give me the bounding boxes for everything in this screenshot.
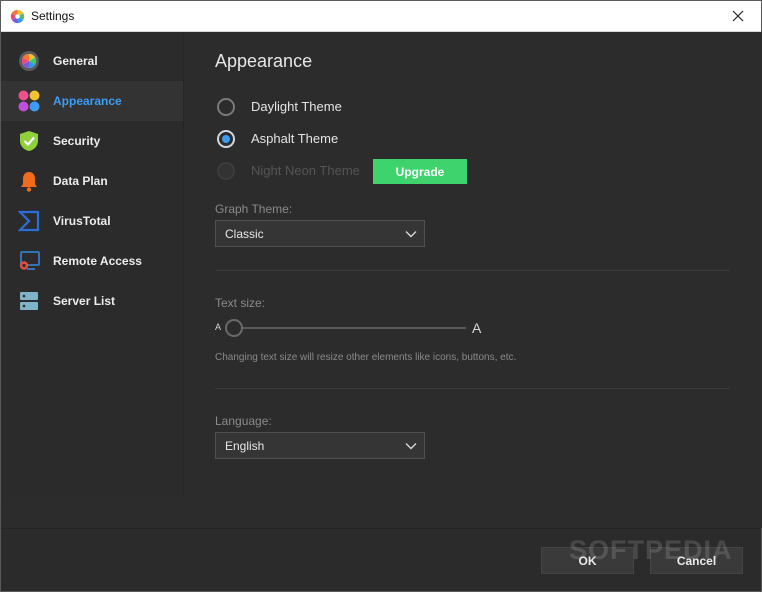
sidebar-item-label: Security [53,134,101,148]
sidebar-item-label: Data Plan [53,174,108,188]
dialog-footer: OK Cancel SOFTPEDIA [1,528,761,591]
text-size-slider-track[interactable] [234,327,466,329]
sidebar-item-data-plan[interactable]: Data Plan [1,161,183,201]
cancel-button[interactable]: Cancel [650,547,743,574]
graph-theme-value: Classic [225,227,264,241]
sidebar-item-label: Remote Access [53,254,142,268]
text-size-large-glyph: A [472,320,482,336]
graph-theme-label: Graph Theme: [215,202,293,216]
upgrade-button[interactable]: Upgrade [373,159,467,184]
sidebar-item-label: Appearance [53,94,122,108]
asphalt-theme-label: Asphalt Theme [251,131,339,146]
sidebar-item-virustotal[interactable]: VirusTotal [1,201,183,241]
color-wheel-icon [10,9,25,24]
server-icon [20,292,38,310]
close-icon [732,10,744,22]
sidebar-item-label: General [53,54,98,68]
title-bar: Settings [1,1,761,32]
night-neon-theme-label: Night Neon Theme [251,163,360,178]
text-size-small-glyph: A [215,322,222,332]
section-divider [215,270,730,271]
sidebar-item-server-list[interactable]: Server List [1,281,183,321]
window-title: Settings [31,9,75,23]
sidebar-item-appearance[interactable]: Appearance [1,81,183,121]
text-size-help: Changing text size will resize other ele… [215,352,517,363]
text-size-slider-thumb[interactable] [225,319,243,337]
sidebar-item-remote-access[interactable]: Remote Access [1,241,183,281]
bell-icon [21,172,37,192]
palette-dots-icon [18,90,40,112]
asphalt-theme-radio[interactable] [217,130,235,148]
shield-check-icon [20,131,38,151]
general-icon [19,51,39,71]
sidebar-item-label: Server List [53,294,116,308]
daylight-theme-radio[interactable] [217,98,235,116]
text-size-label: Text size: [215,296,266,310]
daylight-theme-label: Daylight Theme [251,99,342,114]
sidebar-item-security[interactable]: Security [1,121,183,161]
chevron-down-icon [405,231,417,238]
language-label: Language: [215,414,272,428]
virustotal-icon [18,210,40,232]
chevron-down-icon [405,443,417,450]
remote-monitor-icon [19,251,40,270]
section-divider [215,388,730,389]
close-button[interactable] [715,1,761,31]
page-title: Appearance [215,51,313,71]
night-neon-theme-radio [217,162,235,180]
appearance-panel: Appearance Daylight Theme Asphalt Theme … [184,32,762,528]
language-select[interactable]: English [215,432,425,459]
ok-button[interactable]: OK [541,547,634,574]
language-value: English [225,439,265,453]
sidebar-item-general[interactable]: General [1,41,183,81]
settings-window: Settings General Appearance Security Dat… [0,0,762,592]
sidebar: General Appearance Security Data Plan Vi… [1,32,183,497]
graph-theme-select[interactable]: Classic [215,220,425,247]
sidebar-item-label: VirusTotal [53,214,111,228]
